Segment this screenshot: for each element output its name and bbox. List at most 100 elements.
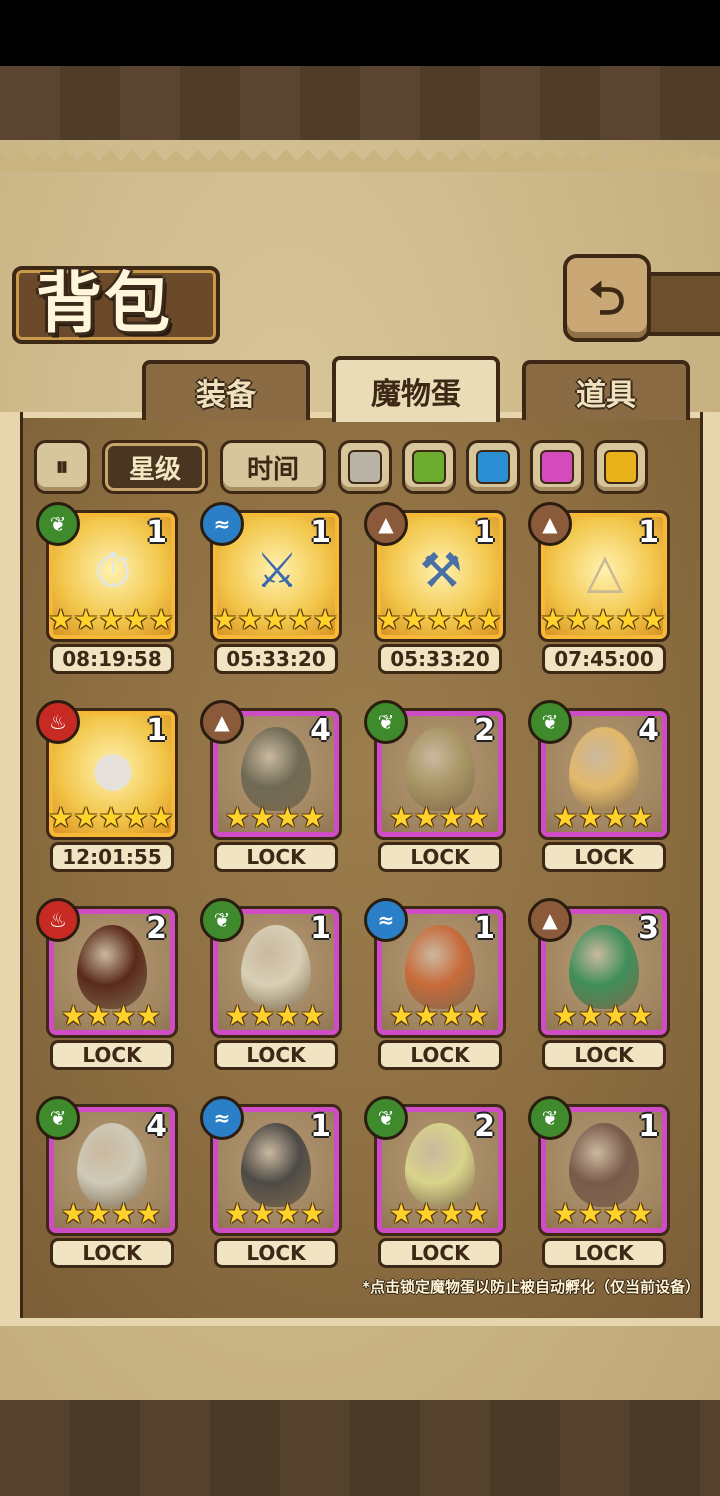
lock-label[interactable]: LOCK: [378, 842, 502, 872]
star-icon: ★: [73, 801, 99, 834]
star-icon: ★: [48, 801, 74, 834]
filter-pink-button[interactable]: [530, 440, 584, 494]
item-count: 2: [146, 911, 167, 946]
star-icon: ★: [136, 999, 162, 1032]
egg-slot[interactable]: ⚒ 1 ▲ ★ ★ ★ ★ ★ 05:33:20: [364, 502, 508, 676]
egg-slot[interactable]: 4 ▲ ★ ★ ★ ★ LOCK: [200, 700, 344, 874]
star-icon: ★: [628, 1197, 654, 1230]
star-icon: ★: [451, 603, 477, 636]
lava-egg-icon: [77, 925, 147, 1009]
star-icon: ★: [413, 1197, 439, 1230]
egg-slot[interactable]: 2 ♨ ★ ★ ★ ★ LOCK: [36, 898, 180, 1072]
fire-element-icon: ♨: [36, 898, 80, 942]
swatch-pink: [540, 450, 574, 484]
star-icon: ★: [439, 999, 465, 1032]
star-icon: ★: [249, 801, 275, 834]
star-icon: ★: [275, 999, 301, 1032]
lock-label[interactable]: LOCK: [50, 1040, 174, 1070]
star-icon: ★: [388, 999, 414, 1032]
star-icon: ★: [148, 801, 174, 834]
item-count: 4: [146, 1109, 167, 1144]
filter-green-button[interactable]: [402, 440, 456, 494]
star-icon: ★: [60, 1197, 86, 1230]
tab-monster-eggs[interactable]: 魔物蛋: [332, 356, 500, 422]
star-icon: ★: [148, 603, 174, 636]
sort-by-time-button[interactable]: 时间: [220, 440, 326, 494]
star-icon: ★: [426, 603, 452, 636]
egg-slot[interactable]: 2 ❦ ★ ★ ★ ★ LOCK: [364, 700, 508, 874]
star-icon: ★: [565, 603, 591, 636]
egg-slot[interactable]: ⏱ 1 ❦ ★ ★ ★ ★ ★ 08:19:58: [36, 502, 180, 676]
star-icon: ★: [628, 999, 654, 1032]
star-rating: ★ ★ ★ ★ ★: [212, 606, 338, 634]
egg-slot[interactable]: ⚔ 1 ≈ ★ ★ ★ ★ ★ 05:33:20: [200, 502, 344, 676]
back-button-rail: [640, 272, 720, 336]
egg-grid: ⏱ 1 ❦ ★ ★ ★ ★ ★ 08:19:58 ⚔ 1 ≈ ★ ★ ★ ★ ★ 05:33:20 ⚒ 1 ▲ ★ ★ ★ ★ ★…: [36, 502, 690, 1278]
hatch-timer: 05:33:20: [378, 644, 502, 674]
star-icon: ★: [85, 999, 111, 1032]
filter-yellow-button[interactable]: [594, 440, 648, 494]
egg-slot[interactable]: 1 ❦ ★ ★ ★ ★ LOCK: [200, 898, 344, 1072]
grass-element-icon: ❦: [528, 700, 572, 744]
star-icon: ★: [640, 603, 666, 636]
tab-equipment[interactable]: 装备: [142, 360, 310, 420]
star-icon: ★: [388, 1197, 414, 1230]
status-bar-area: [0, 0, 720, 66]
grass-element-icon: ❦: [36, 502, 80, 546]
star-icon: ★: [476, 603, 502, 636]
star-icon: ★: [615, 603, 641, 636]
star-icon: ★: [439, 801, 465, 834]
pause-button[interactable]: ⏸: [34, 440, 90, 494]
feather-egg-icon: [405, 925, 475, 1009]
lock-label[interactable]: LOCK: [542, 842, 666, 872]
egg-slot[interactable]: △ 1 ▲ ★ ★ ★ ★ ★ 07:45:00: [528, 502, 672, 676]
shell-egg-icon: [77, 1123, 147, 1207]
item-count: 1: [474, 911, 495, 946]
star-icon: ★: [60, 999, 86, 1032]
lock-label[interactable]: LOCK: [542, 1238, 666, 1268]
fire-element-icon: ♨: [36, 700, 80, 744]
page-title: 背包: [36, 265, 172, 342]
star-rating: ★ ★ ★ ★: [216, 1200, 334, 1228]
star-icon: ★: [590, 603, 616, 636]
egg-slot[interactable]: 1 ≈ ★ ★ ★ ★ LOCK: [200, 1096, 344, 1270]
back-button[interactable]: ⮌: [563, 254, 651, 342]
lock-label[interactable]: LOCK: [378, 1238, 502, 1268]
egg-slot[interactable]: 4 ❦ ★ ★ ★ ★ LOCK: [528, 700, 672, 874]
star-icon: ★: [85, 1197, 111, 1230]
bone-egg-icon: [241, 925, 311, 1009]
star-rating: ★ ★ ★ ★: [544, 804, 662, 832]
lock-label[interactable]: LOCK: [214, 1040, 338, 1070]
star-icon: ★: [552, 801, 578, 834]
egg-slot[interactable]: ● 1 ♨ ★ ★ ★ ★ ★ 12:01:55: [36, 700, 180, 874]
lock-label[interactable]: LOCK: [50, 1238, 174, 1268]
lock-label[interactable]: LOCK: [542, 1040, 666, 1070]
star-icon: ★: [73, 603, 99, 636]
star-rating: ★ ★ ★ ★ ★: [376, 603, 502, 636]
star-icon: ★: [413, 801, 439, 834]
filter-blue-button[interactable]: [466, 440, 520, 494]
star-icon: ★: [249, 999, 275, 1032]
lock-label[interactable]: LOCK: [214, 1238, 338, 1268]
egg-slot[interactable]: 2 ❦ ★ ★ ★ ★ LOCK: [364, 1096, 508, 1270]
lock-label[interactable]: LOCK: [378, 1040, 502, 1070]
item-count: 1: [310, 1109, 331, 1144]
star-icon: ★: [464, 999, 490, 1032]
hatch-timer: 05:33:20: [214, 644, 338, 674]
star-icon: ★: [224, 999, 250, 1032]
egg-slot[interactable]: 4 ❦ ★ ★ ★ ★ LOCK: [36, 1096, 180, 1270]
sort-by-star-button[interactable]: 星级: [102, 440, 208, 494]
egg-slot[interactable]: 3 ▲ ★ ★ ★ ★ LOCK: [528, 898, 672, 1072]
star-rating: ★ ★ ★ ★ ★: [48, 801, 174, 834]
wood-background-bottom: [0, 1400, 720, 1496]
grass-element-icon: ❦: [200, 898, 244, 942]
egg-slot[interactable]: 1 ❦ ★ ★ ★ ★ LOCK: [528, 1096, 672, 1270]
egg-slot[interactable]: 1 ≈ ★ ★ ★ ★ LOCK: [364, 898, 508, 1072]
heart-egg-icon: [569, 727, 639, 811]
item-count: 1: [638, 515, 659, 550]
lock-label[interactable]: LOCK: [214, 842, 338, 872]
tab-items[interactable]: 道具: [522, 360, 690, 420]
filter-gray-button[interactable]: [338, 440, 392, 494]
star-icon: ★: [464, 801, 490, 834]
star-icon: ★: [275, 801, 301, 834]
